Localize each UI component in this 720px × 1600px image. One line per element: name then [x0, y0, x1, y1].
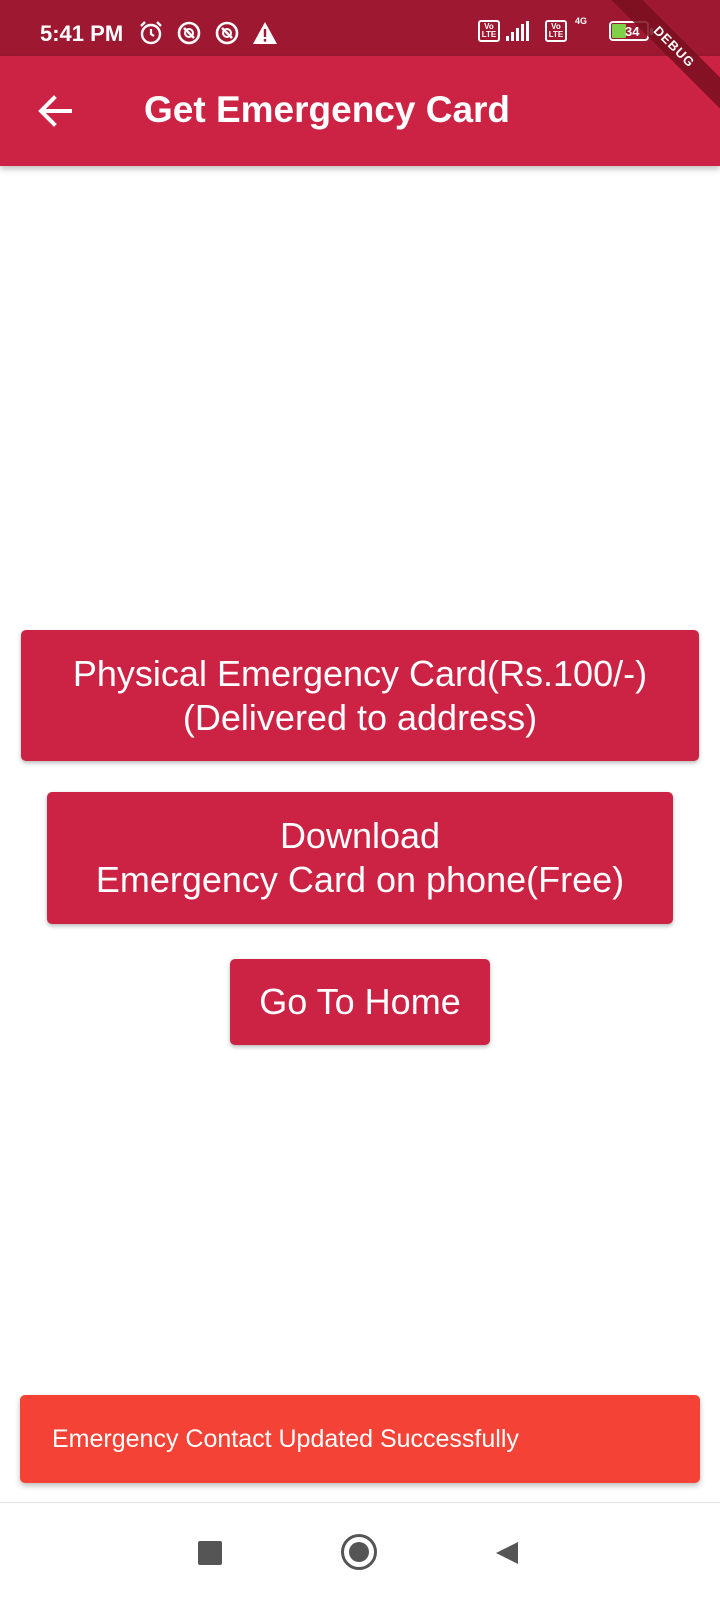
- physical-card-button[interactable]: Physical Emergency Card(Rs.100/-) (Deliv…: [21, 630, 699, 761]
- system-nav-bar: [0, 1502, 720, 1600]
- signal-icon: [506, 21, 529, 41]
- back-button[interactable]: [34, 90, 76, 132]
- download-card-sublabel: Emergency Card on phone(Free): [95, 859, 625, 900]
- physical-card-label: Physical Emergency Card(Rs.100/-): [72, 652, 648, 694]
- go-home-button[interactable]: Go To Home: [230, 959, 490, 1045]
- volte-icon: Vo LTE: [478, 20, 500, 42]
- data-saver-icon: [214, 20, 240, 51]
- download-card-button[interactable]: Download Emergency Card on phone(Free): [47, 792, 673, 924]
- home-icon[interactable]: [341, 1534, 377, 1570]
- data-saver-icon: [176, 20, 202, 51]
- alarm-icon: [138, 20, 164, 51]
- 4g-signal-icon: 4G: [575, 16, 588, 26]
- status-time: 5:41 PM: [40, 21, 124, 46]
- status-icons-left: [138, 20, 278, 51]
- snackbar: Emergency Contact Updated Successfully: [20, 1395, 700, 1483]
- app-bar: Get Emergency Card: [0, 56, 720, 166]
- snackbar-message: Emergency Contact Updated Successfully: [52, 1425, 519, 1453]
- volte-icon: Vo LTE: [545, 20, 567, 42]
- download-card-label: Download: [279, 815, 441, 856]
- physical-card-sublabel: (Delivered to address): [182, 696, 538, 738]
- page-title: Get Emergency Card: [144, 89, 511, 130]
- arrow-back-icon: [34, 95, 76, 136]
- status-icons-right: Vo LTE Vo LTE 4G 34: [478, 16, 653, 42]
- recents-icon[interactable]: [198, 1541, 222, 1565]
- go-home-label: Go To Home: [259, 981, 461, 1022]
- back-icon[interactable]: [494, 1540, 520, 1566]
- warning-icon: [252, 20, 278, 51]
- status-bar: 5:41 PM Vo LTE Vo LTE 4G 34: [0, 0, 720, 56]
